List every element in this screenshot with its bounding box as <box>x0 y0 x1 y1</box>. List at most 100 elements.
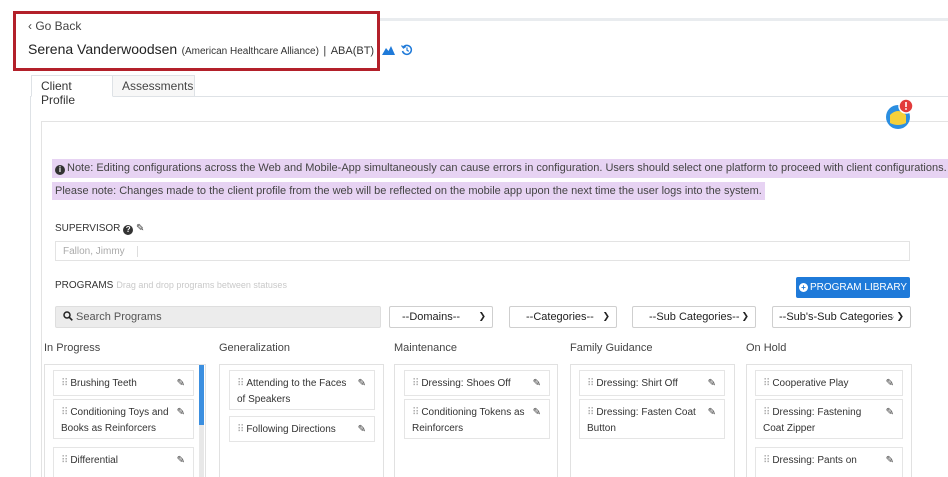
program-library-label: PROGRAM LIBRARY <box>809 282 908 293</box>
help-icon[interactable]: ? <box>123 225 134 235</box>
program-card[interactable]: ⠿ Dressing: Fastening Coat Zipper ✎ <box>755 399 903 439</box>
config-warning-note: i Note: Editing configurations across the… <box>52 159 948 178</box>
program-card-label: Dressing: Shoes Off <box>421 378 511 389</box>
search-placeholder: Search Programs <box>76 311 162 323</box>
edit-icon[interactable]: ✎ <box>886 453 894 469</box>
program-library-button[interactable]: + PROGRAM LIBRARY <box>796 277 910 298</box>
drag-handle-icon[interactable]: ⠿ <box>61 407 68 418</box>
client-name: Serena Vanderwoodsen <box>28 41 178 57</box>
edit-icon[interactable]: ✎ <box>177 453 185 469</box>
drag-handle-icon[interactable]: ⠿ <box>61 455 68 466</box>
column-title-on-hold: On Hold <box>746 342 787 354</box>
program-card-label: Dressing: Pants on <box>772 455 857 466</box>
program-card-label: Following Directions <box>246 424 336 435</box>
drag-handle-icon[interactable]: ⠿ <box>587 378 594 389</box>
categories-select-value: --Categories-- <box>526 311 594 323</box>
program-card[interactable]: ⠿ Dressing: Pants on ✎ <box>755 447 903 477</box>
program-card-label: Attending to the Faces of Speakers <box>237 378 347 405</box>
column-title-maintenance: Maintenance <box>394 342 457 354</box>
column-title-family-guidance: Family Guidance <box>570 342 653 354</box>
client-organization: (American Healthcare Alliance) <box>181 46 319 57</box>
program-card[interactable]: ⠿ Dressing: Shirt Off ✎ <box>579 370 725 396</box>
chart-mountain-icon[interactable] <box>381 42 395 60</box>
programs-section-label: PROGRAMS Drag and drop programs between s… <box>55 280 287 291</box>
edit-icon[interactable]: ✎ <box>358 422 366 438</box>
edit-icon[interactable]: ✎ <box>358 376 366 392</box>
drag-handle-icon[interactable]: ⠿ <box>763 378 770 389</box>
scrollbar-thumb[interactable] <box>199 365 204 425</box>
program-card-label: Conditioning Toys and Books as Reinforce… <box>61 407 169 434</box>
chevron-down-icon: ❯ <box>478 311 486 321</box>
edit-icon[interactable]: ✎ <box>708 376 716 392</box>
supervisor-label: SUPERVISOR <box>55 223 121 234</box>
program-card-label: Differential <box>70 455 118 466</box>
chevron-down-icon: ❯ <box>894 311 904 322</box>
plus-icon: + <box>798 283 808 292</box>
program-card[interactable]: ⠿ Brushing Teeth ✎ <box>53 370 194 396</box>
separator: | <box>323 45 327 57</box>
domains-select[interactable]: --Domains-- ❯ <box>389 306 493 328</box>
program-card[interactable]: ⠿ Cooperative Play ✎ <box>755 370 903 396</box>
supervisor-section-label: SUPERVISOR ? ✎ <box>55 223 144 235</box>
search-icon <box>63 311 73 321</box>
sync-info-note: Please note: Changes made to the client … <box>52 182 765 200</box>
page: ‹ Go Back Serena Vanderwoodsen (American… <box>0 0 948 477</box>
top-bar-divider <box>380 18 948 21</box>
program-card[interactable]: ⠿ Following Directions ✎ <box>229 416 375 442</box>
program-card-label: Dressing: Shirt Off <box>596 378 678 389</box>
alert-notification-icon[interactable] <box>885 97 915 131</box>
domains-select-value: --Domains-- <box>402 311 461 323</box>
drag-handle-icon[interactable]: ⠿ <box>237 378 244 389</box>
edit-icon[interactable]: ✎ <box>177 376 185 392</box>
client-info: Serena Vanderwoodsen (American Healthcar… <box>28 41 413 61</box>
drag-handle-icon[interactable]: ⠿ <box>763 407 770 418</box>
supervisor-field[interactable]: Fallon, Jimmy <box>55 241 910 261</box>
tab-assessments[interactable]: Assessments <box>113 75 195 97</box>
program-card-label: Conditioning Tokens as Reinforcers <box>412 407 525 434</box>
program-card[interactable]: ⠿ Dressing: Fasten Coat Button ✎ <box>579 399 725 439</box>
drag-handle-icon[interactable]: ⠿ <box>763 455 770 466</box>
history-icon[interactable] <box>400 43 413 61</box>
note-text-2: Please note: Changes made to the client … <box>55 185 762 197</box>
program-card-label: Cooperative Play <box>772 378 849 389</box>
program-card[interactable]: ⠿ Conditioning Toys and Books as Reinforc… <box>53 399 194 439</box>
program-card[interactable]: ⠿ Differential ✎ <box>53 447 194 477</box>
programs-hint: Drag and drop programs between statuses <box>116 280 287 290</box>
sub-categories-select-value: --Sub Categories-- <box>649 311 740 323</box>
supervisor-value: Fallon, Jimmy <box>63 246 138 257</box>
sub-categories-select[interactable]: --Sub Categories-- ❯ <box>632 306 756 328</box>
edit-icon[interactable]: ✎ <box>886 376 894 392</box>
drag-handle-icon[interactable]: ⠿ <box>412 378 419 389</box>
categories-select[interactable]: --Categories-- ❯ <box>509 306 617 328</box>
drag-handle-icon[interactable]: ⠿ <box>61 378 68 389</box>
tab-client-profile[interactable]: Client Profile <box>31 75 113 107</box>
programs-label: PROGRAMS <box>55 280 114 291</box>
note-text-1: Note: Editing configurations across the … <box>67 162 947 174</box>
column-title-in-progress: In Progress <box>44 342 101 354</box>
subs-sub-categories-select[interactable]: --Sub's-Sub Categories- ❯ <box>772 306 911 328</box>
edit-supervisor-icon[interactable]: ✎ <box>136 223 144 234</box>
drag-handle-icon[interactable]: ⠿ <box>587 407 594 418</box>
edit-icon[interactable]: ✎ <box>533 405 541 421</box>
program-card-label: Dressing: Fastening Coat Zipper <box>763 407 862 434</box>
program-type: ABA(BT) <box>330 45 375 57</box>
info-icon: i <box>55 165 65 175</box>
chevron-down-icon: ❯ <box>602 311 610 321</box>
program-card-label: Dressing: Fasten Coat Button <box>587 407 696 434</box>
subs-sub-categories-select-value: --Sub's-Sub Categories- <box>779 311 897 323</box>
column-title-generalization: Generalization <box>219 342 290 354</box>
edit-icon[interactable]: ✎ <box>708 405 716 421</box>
program-card[interactable]: ⠿ Conditioning Tokens as Reinforcers ✎ <box>404 399 550 439</box>
program-card-label: Brushing Teeth <box>70 378 137 389</box>
edit-icon[interactable]: ✎ <box>533 376 541 392</box>
chevron-down-icon: ❯ <box>741 311 749 321</box>
client-header: ‹ Go Back Serena Vanderwoodsen (American… <box>13 11 413 71</box>
drag-handle-icon[interactable]: ⠿ <box>237 424 244 435</box>
search-programs-input[interactable]: Search Programs <box>55 306 381 328</box>
go-back-link[interactable]: ‹ Go Back <box>28 19 81 33</box>
drag-handle-icon[interactable]: ⠿ <box>412 407 419 418</box>
edit-icon[interactable]: ✎ <box>177 405 185 421</box>
program-card[interactable]: ⠿ Dressing: Shoes Off ✎ <box>404 370 550 396</box>
program-card[interactable]: ⠿ Attending to the Faces of Speakers ✎ <box>229 370 375 410</box>
edit-icon[interactable]: ✎ <box>886 405 894 421</box>
